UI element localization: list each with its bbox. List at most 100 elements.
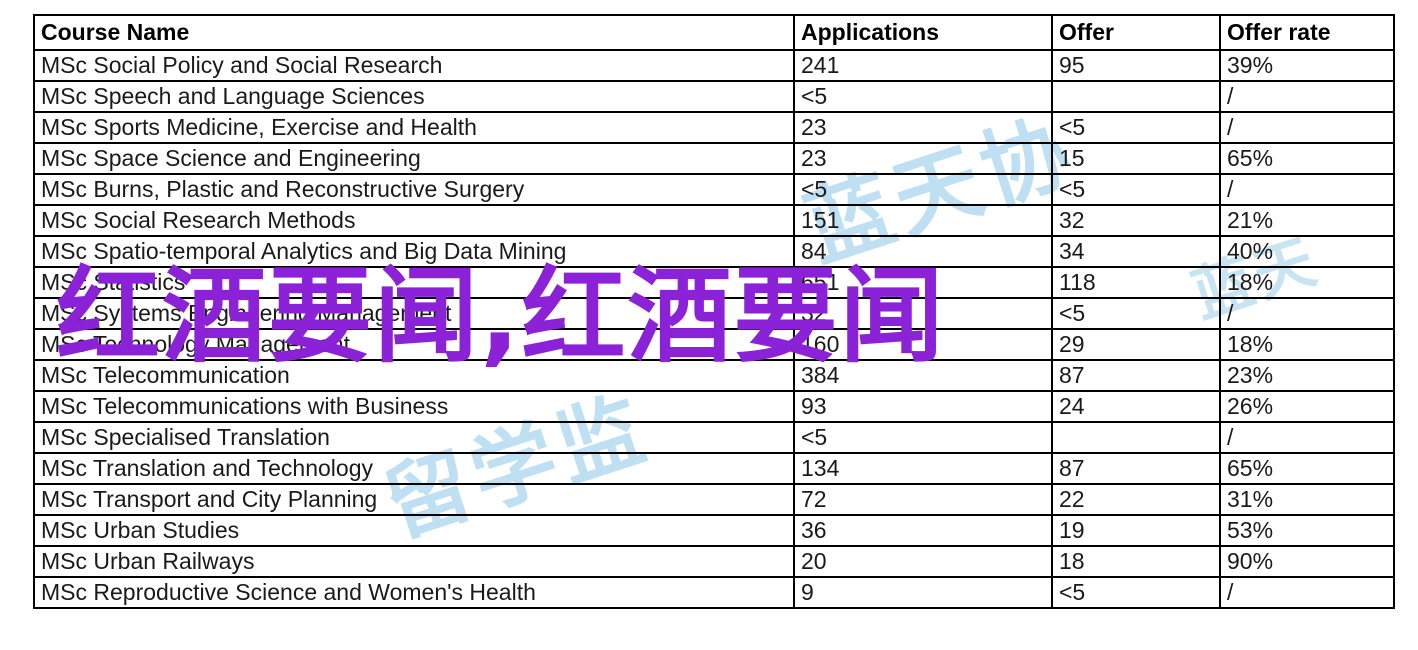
table-row: MSc Spatio-temporal Analytics and Big Da… bbox=[33, 235, 1395, 268]
cell-applications: 36 bbox=[793, 514, 1053, 547]
column-header-course-name: Course Name bbox=[33, 14, 795, 51]
cell-course-name: MSc Space Science and Engineering bbox=[33, 142, 795, 175]
cell-offer: 29 bbox=[1051, 328, 1221, 361]
screenshot-canvas: 蓝天协 留学监 蓝天 Course Name Applications Offe… bbox=[0, 0, 1418, 650]
cell-offer: 34 bbox=[1051, 235, 1221, 268]
cell-offer: <5 bbox=[1051, 297, 1221, 330]
table-row: MSc Translation and Technology 134 87 65% bbox=[33, 452, 1395, 485]
cell-applications: <5 bbox=[793, 421, 1053, 454]
cell-applications: <5 bbox=[793, 173, 1053, 206]
cell-offer-rate: 26% bbox=[1219, 390, 1395, 423]
cell-offer: 118 bbox=[1051, 266, 1221, 299]
cell-offer-rate: 65% bbox=[1219, 142, 1395, 175]
cell-offer-rate: 18% bbox=[1219, 328, 1395, 361]
table-row: MSc Statistics 651 118 18% bbox=[33, 266, 1395, 299]
cell-offer: <5 bbox=[1051, 576, 1221, 609]
cell-applications: 384 bbox=[793, 359, 1053, 392]
column-header-offer: Offer bbox=[1051, 14, 1221, 51]
table-row: MSc Technology Management 160 29 18% bbox=[33, 328, 1395, 361]
cell-offer bbox=[1051, 421, 1221, 454]
cell-offer-rate: / bbox=[1219, 297, 1395, 330]
cell-offer-rate: / bbox=[1219, 576, 1395, 609]
cell-course-name: MSc Technology Management bbox=[33, 328, 795, 361]
cell-offer-rate: 21% bbox=[1219, 204, 1395, 237]
cell-course-name: MSc Reproductive Science and Women's Hea… bbox=[33, 576, 795, 609]
table-row: MSc Burns, Plastic and Reconstructive Su… bbox=[33, 173, 1395, 206]
table-header-row: Course Name Applications Offer Offer rat… bbox=[33, 14, 1395, 51]
cell-course-name: MSc Speech and Language Sciences bbox=[33, 80, 795, 113]
cell-offer: 95 bbox=[1051, 49, 1221, 82]
cell-offer-rate: 31% bbox=[1219, 483, 1395, 516]
cell-course-name: MSc Spatio-temporal Analytics and Big Da… bbox=[33, 235, 795, 268]
cell-offer: <5 bbox=[1051, 111, 1221, 144]
cell-course-name: MSc Transport and City Planning bbox=[33, 483, 795, 516]
cell-course-name: MSc Telecommunications with Business bbox=[33, 390, 795, 423]
cell-applications: 241 bbox=[793, 49, 1053, 82]
cell-offer-rate: / bbox=[1219, 111, 1395, 144]
cell-offer-rate: 53% bbox=[1219, 514, 1395, 547]
cell-applications: 84 bbox=[793, 235, 1053, 268]
table-row: MSc Telecommunications with Business 93 24… bbox=[33, 390, 1395, 423]
table-row: MSc Specialised Translation <5 / bbox=[33, 421, 1395, 454]
cell-applications: 72 bbox=[793, 483, 1053, 516]
table-body: MSc Social Policy and Social Research 241… bbox=[33, 49, 1395, 609]
cell-course-name: MSc Specialised Translation bbox=[33, 421, 795, 454]
table-row: MSc Urban Railways 20 18 90% bbox=[33, 545, 1395, 578]
column-header-offer-rate: Offer rate bbox=[1219, 14, 1395, 51]
cell-offer: 24 bbox=[1051, 390, 1221, 423]
cell-offer: 19 bbox=[1051, 514, 1221, 547]
cell-applications: 23 bbox=[793, 142, 1053, 175]
cell-applications: 23 bbox=[793, 111, 1053, 144]
cell-applications: 20 bbox=[793, 545, 1053, 578]
cell-offer-rate: 18% bbox=[1219, 266, 1395, 299]
cell-offer-rate: / bbox=[1219, 80, 1395, 113]
cell-course-name: MSc Social Research Methods bbox=[33, 204, 795, 237]
cell-applications: 9 bbox=[793, 576, 1053, 609]
table-row: MSc Telecommunication 384 87 23% bbox=[33, 359, 1395, 392]
table-row: MSc Social Research Methods 151 32 21% bbox=[33, 204, 1395, 237]
course-statistics-table: Course Name Applications Offer Offer rat… bbox=[33, 14, 1395, 609]
cell-offer-rate: 90% bbox=[1219, 545, 1395, 578]
cell-applications: 160 bbox=[793, 328, 1053, 361]
cell-offer-rate: / bbox=[1219, 173, 1395, 206]
table-row: MSc Systems Engineering Management 32 <5/ bbox=[33, 297, 1395, 330]
cell-course-name: MSc Urban Studies bbox=[33, 514, 795, 547]
table-row: MSc Transport and City Planning 72 22 31% bbox=[33, 483, 1395, 516]
cell-course-name: MSc Sports Medicine, Exercise and Health bbox=[33, 111, 795, 144]
cell-offer-rate: 65% bbox=[1219, 452, 1395, 485]
cell-course-name: MSc Social Policy and Social Research bbox=[33, 49, 795, 82]
cell-course-name: MSc Translation and Technology bbox=[33, 452, 795, 485]
cell-applications: 32 bbox=[793, 297, 1053, 330]
cell-offer: 15 bbox=[1051, 142, 1221, 175]
column-header-applications: Applications bbox=[793, 14, 1053, 51]
cell-course-name: MSc Urban Railways bbox=[33, 545, 795, 578]
cell-applications: 651 bbox=[793, 266, 1053, 299]
cell-offer: 32 bbox=[1051, 204, 1221, 237]
cell-applications: <5 bbox=[793, 80, 1053, 113]
cell-offer-rate: 39% bbox=[1219, 49, 1395, 82]
cell-applications: 151 bbox=[793, 204, 1053, 237]
cell-offer: 87 bbox=[1051, 359, 1221, 392]
cell-course-name: MSc Burns, Plastic and Reconstructive Su… bbox=[33, 173, 795, 206]
cell-course-name: MSc Statistics bbox=[33, 266, 795, 299]
cell-offer-rate: / bbox=[1219, 421, 1395, 454]
cell-applications: 134 bbox=[793, 452, 1053, 485]
table-row: MSc Social Policy and Social Research 241… bbox=[33, 49, 1395, 82]
cell-offer: 87 bbox=[1051, 452, 1221, 485]
cell-applications: 93 bbox=[793, 390, 1053, 423]
table-row: MSc Urban Studies 36 19 53% bbox=[33, 514, 1395, 547]
cell-offer: 22 bbox=[1051, 483, 1221, 516]
cell-offer: 18 bbox=[1051, 545, 1221, 578]
cell-offer bbox=[1051, 80, 1221, 113]
cell-course-name: MSc Systems Engineering Management bbox=[33, 297, 795, 330]
cell-offer-rate: 40% bbox=[1219, 235, 1395, 268]
table-row: MSc Speech and Language Sciences <5 / bbox=[33, 80, 1395, 113]
course-statistics-table-container: Course Name Applications Offer Offer rat… bbox=[33, 14, 1395, 609]
table-row: MSc Sports Medicine, Exercise and Health… bbox=[33, 111, 1395, 144]
cell-course-name: MSc Telecommunication bbox=[33, 359, 795, 392]
table-header: Course Name Applications Offer Offer rat… bbox=[33, 14, 1395, 51]
cell-offer-rate: 23% bbox=[1219, 359, 1395, 392]
table-row: MSc Space Science and Engineering 23 15 65% bbox=[33, 142, 1395, 175]
cell-offer: <5 bbox=[1051, 173, 1221, 206]
table-row: MSc Reproductive Science and Women's Hea… bbox=[33, 576, 1395, 609]
